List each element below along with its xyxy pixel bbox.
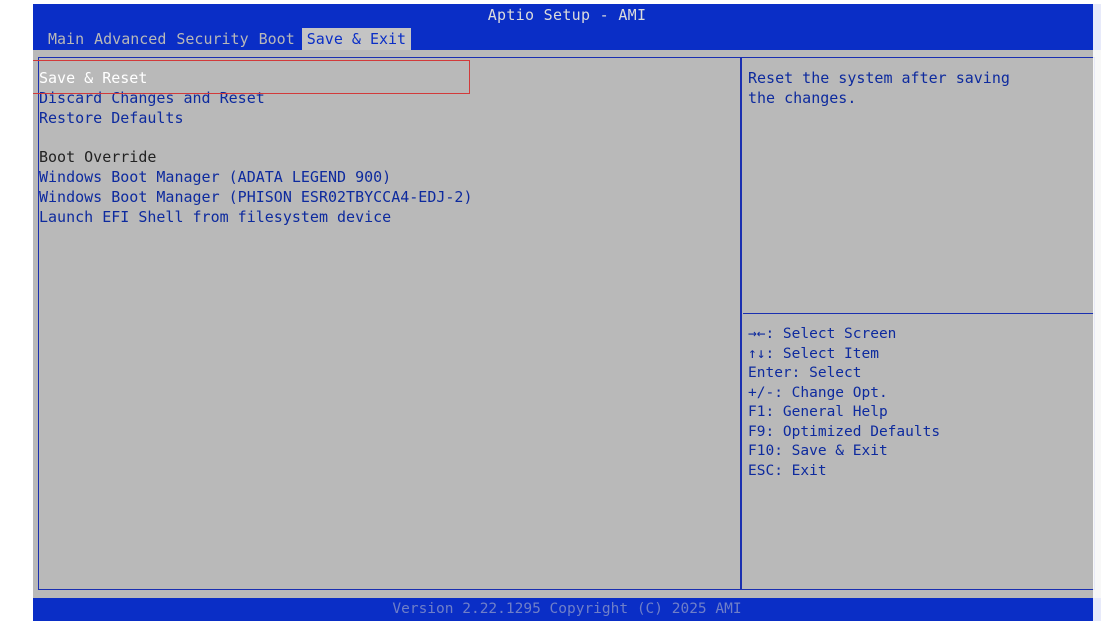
key-save-exit: F10: Save & Exit (748, 443, 888, 459)
menu-item-discard-reset[interactable]: Discard Changes and Reset (39, 88, 729, 108)
key-enter-select: Enter: Select (748, 365, 862, 381)
tab-security[interactable]: Security (171, 28, 253, 50)
help-panel: Reset the system after saving the change… (748, 68, 1088, 108)
help-divider (743, 313, 1095, 314)
key-change-opt: +/-: Change Opt. (748, 384, 888, 401)
panel-divider (740, 57, 742, 590)
key-select-screen: →←: Select Screen (748, 326, 897, 342)
menu-item-restore-defaults[interactable]: Restore Defaults (39, 108, 729, 128)
boot-item-phison[interactable]: Windows Boot Manager (PHISON ESR02TBYCCA… (39, 187, 729, 207)
menu-spacer (39, 128, 729, 147)
tab-advanced[interactable]: Advanced (89, 28, 171, 50)
tab-save-exit[interactable]: Save & Exit (301, 28, 412, 50)
help-text-line: Reset the system after saving (748, 69, 1010, 87)
section-label-boot-override: Boot Override (39, 148, 157, 166)
key-select-item: ↑↓: Select Item (748, 345, 879, 362)
tab-boot[interactable]: Boot (254, 28, 300, 50)
key-esc-exit: ESC: Exit (748, 462, 827, 479)
key-legend: →←: Select Screen ↑↓: Select Item Enter:… (748, 325, 1088, 481)
tab-bar: Main Advanced Security Boot Save & Exit (43, 28, 412, 50)
help-text-line: the changes. (748, 89, 857, 107)
tab-main[interactable]: Main (43, 28, 89, 50)
app-title: Aptio Setup - AMI (487, 6, 647, 24)
footer-bar: Version 2.22.1295 Copyright (C) 2025 AMI (33, 598, 1101, 621)
menu-panel: Save & Reset Discard Changes and Reset R… (39, 68, 729, 227)
menu-item-save-reset[interactable]: Save & Reset (39, 68, 729, 88)
key-optimized-defaults: F9: Optimized Defaults (748, 423, 941, 440)
boot-item-adata[interactable]: Windows Boot Manager (ADATA LEGEND 900) (39, 167, 729, 187)
boot-item-efi-shell[interactable]: Launch EFI Shell from filesystem device (39, 207, 729, 227)
key-general-help: F1: General Help (748, 404, 888, 420)
bios-setup-screen: Aptio Setup - AMI Main Advanced Security… (33, 4, 1101, 621)
header-bar: Aptio Setup - AMI Main Advanced Security… (33, 4, 1101, 50)
screen-edge (1093, 4, 1101, 621)
